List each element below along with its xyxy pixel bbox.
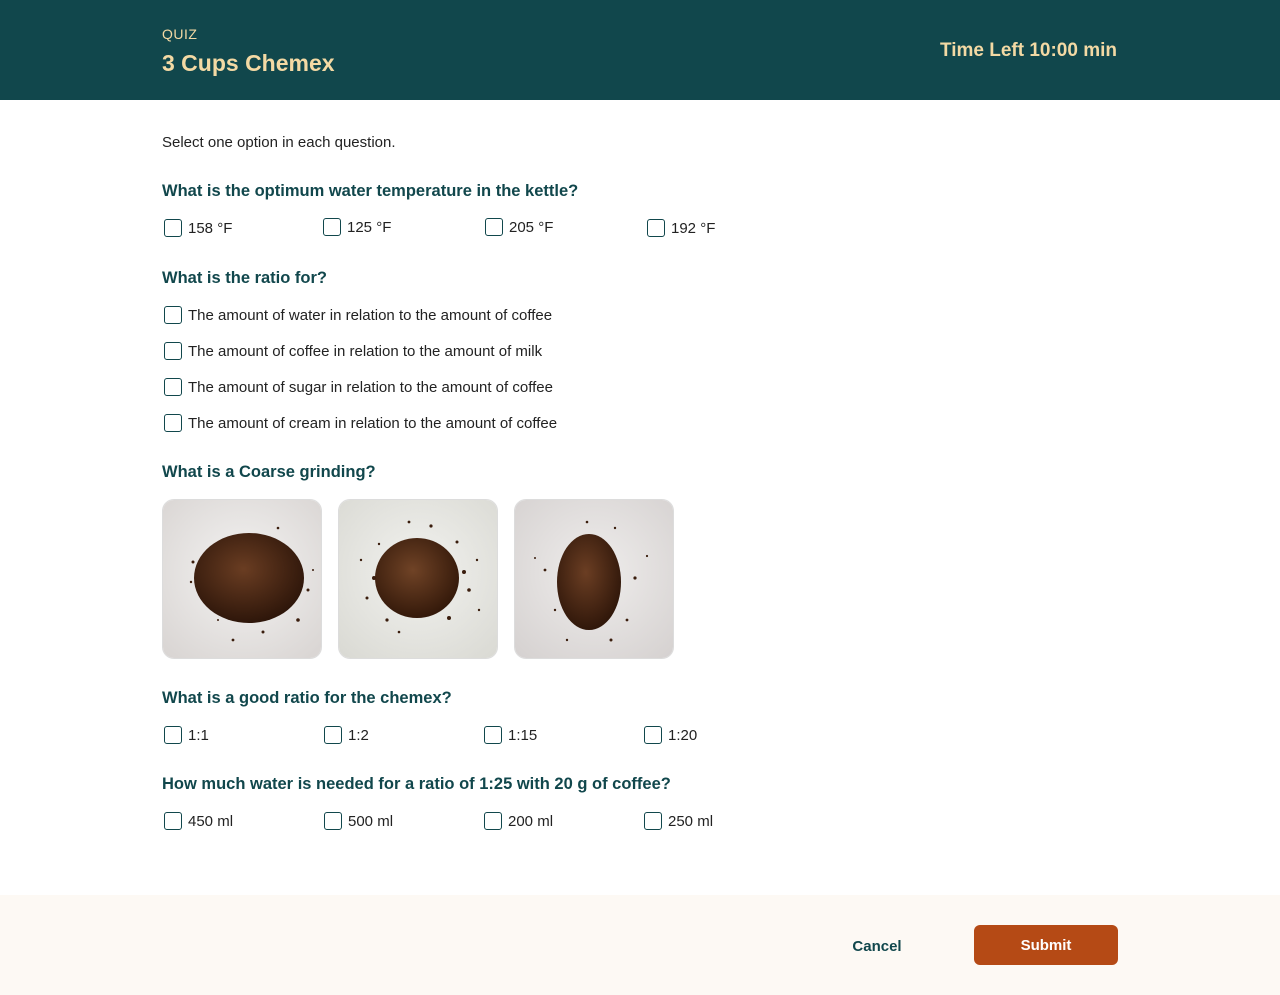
option-label: 1:20 — [668, 726, 698, 744]
instructions-text: Select one option in each question. — [162, 134, 396, 151]
checkbox[interactable] — [324, 812, 342, 830]
coffee-grounds-image-1[interactable] — [162, 499, 322, 659]
question-5-text: How much water is needed for a ratio of … — [162, 775, 671, 793]
quiz-eyebrow: QUIZ — [162, 26, 198, 42]
option-label: 200 ml — [508, 812, 554, 830]
q2-option-2[interactable]: The amount of coffee in relation to the … — [164, 342, 542, 360]
q5-option-1[interactable]: 450 ml — [164, 812, 233, 830]
question-3-text: What is a Coarse grinding? — [162, 463, 376, 481]
option-label: 500 ml — [348, 812, 394, 830]
option-label: The amount of coffee in relation to the … — [188, 342, 543, 360]
coffee-grounds-image — [339, 500, 497, 658]
checkbox[interactable] — [164, 306, 182, 324]
checkbox[interactable] — [323, 218, 341, 236]
q4-option-3[interactable]: 1:15 — [484, 726, 537, 744]
coffee-grounds-image — [515, 500, 673, 658]
question-2-text: What is the ratio for? — [162, 269, 327, 287]
option-label: The amount of cream in relation to the a… — [188, 414, 558, 432]
q5-option-4[interactable]: 250 ml — [644, 812, 713, 830]
checkbox[interactable] — [485, 218, 503, 236]
q2-option-4[interactable]: The amount of cream in relation to the a… — [164, 414, 557, 432]
q4-option-2[interactable]: 1:2 — [324, 726, 369, 744]
option-label: 125 °F — [347, 218, 392, 236]
q1-option-2[interactable]: 125 °F — [323, 218, 391, 236]
option-label: 250 ml — [668, 812, 714, 830]
question-1-text: What is the optimum water temperature in… — [162, 182, 579, 200]
checkbox[interactable] — [164, 812, 182, 830]
q4-option-1[interactable]: 1:1 — [164, 726, 209, 744]
checkbox[interactable] — [484, 726, 502, 744]
q2-option-3[interactable]: The amount of sugar in relation to the a… — [164, 378, 553, 396]
checkbox[interactable] — [164, 219, 182, 237]
coffee-grounds-image-3[interactable] — [514, 499, 674, 659]
option-label: The amount of water in relation to the a… — [188, 306, 553, 324]
coffee-grounds-image — [163, 500, 321, 658]
quiz-header: QUIZ 3 Cups Chemex Time Left 10:00 min — [0, 0, 1280, 100]
quiz-title: 3 Cups Chemex — [162, 50, 335, 76]
q5-option-2[interactable]: 500 ml — [324, 812, 393, 830]
option-label: 192 °F — [671, 219, 716, 237]
option-label: 158 °F — [188, 219, 233, 237]
cancel-button[interactable]: Cancel — [834, 930, 920, 962]
q4-option-4[interactable]: 1:20 — [644, 726, 697, 744]
submit-button[interactable]: Submit — [974, 925, 1118, 965]
option-label: 1:2 — [348, 726, 369, 744]
option-label: 450 ml — [188, 812, 234, 830]
option-label: The amount of sugar in relation to the a… — [188, 378, 553, 396]
question-4-text: What is a good ratio for the chemex? — [162, 689, 452, 707]
checkbox[interactable] — [644, 726, 662, 744]
q5-option-3[interactable]: 200 ml — [484, 812, 553, 830]
checkbox[interactable] — [647, 219, 665, 237]
checkbox[interactable] — [164, 726, 182, 744]
q2-option-1[interactable]: The amount of water in relation to the a… — [164, 306, 552, 324]
coffee-grounds-image-2[interactable] — [338, 499, 498, 659]
checkbox[interactable] — [164, 378, 182, 396]
checkbox[interactable] — [484, 812, 502, 830]
option-label: 1:15 — [508, 726, 538, 744]
checkbox[interactable] — [644, 812, 662, 830]
checkbox[interactable] — [324, 726, 342, 744]
checkbox[interactable] — [164, 342, 182, 360]
time-left: Time Left 10:00 min — [939, 40, 1117, 61]
option-label: 205 °F — [509, 218, 554, 236]
q1-option-4[interactable]: 192 °F — [647, 219, 715, 237]
checkbox[interactable] — [164, 414, 182, 432]
option-label: 1:1 — [188, 726, 209, 744]
q1-option-1[interactable]: 158 °F — [164, 219, 232, 237]
q1-option-3[interactable]: 205 °F — [485, 218, 553, 236]
